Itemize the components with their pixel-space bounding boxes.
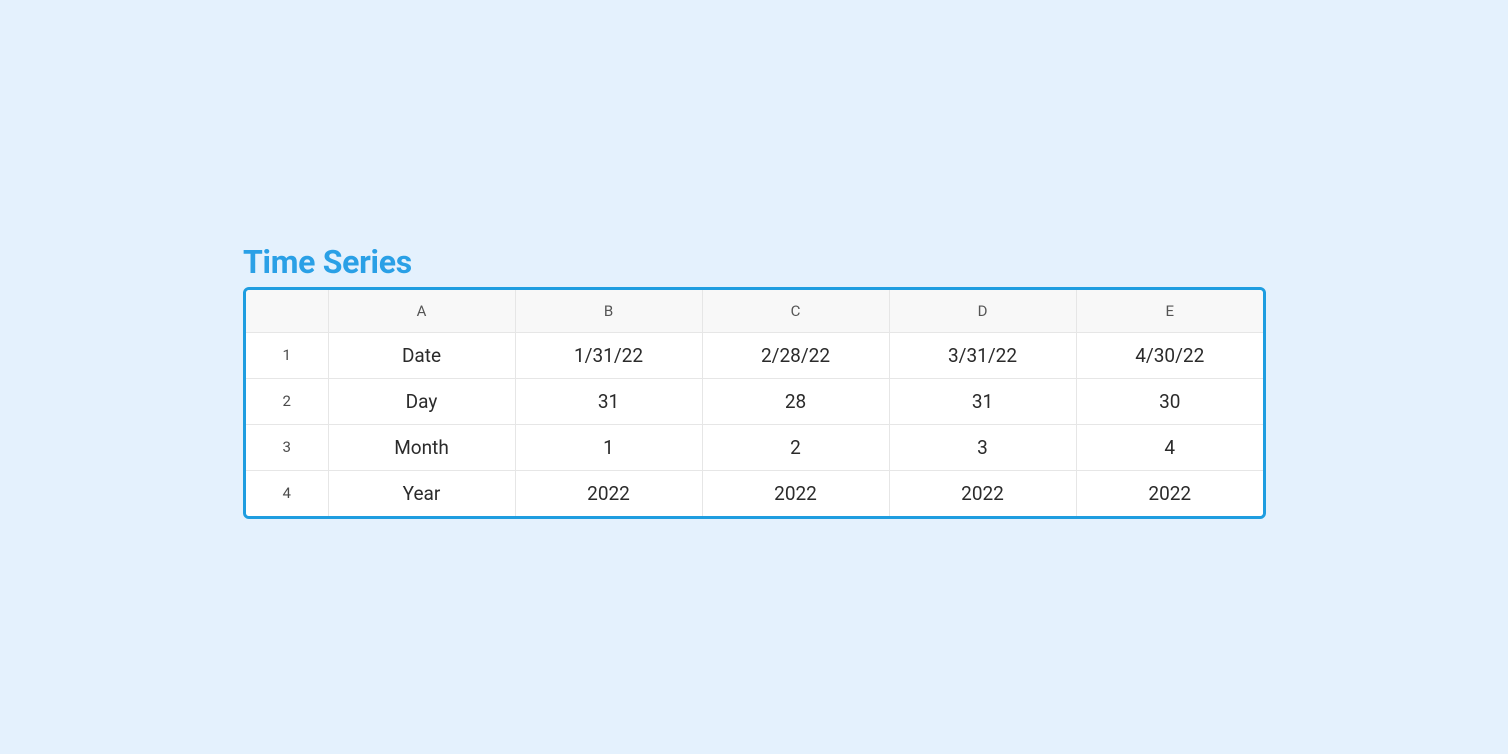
cell: 4/30/22 <box>1076 332 1263 378</box>
column-header-row: A B C D E <box>246 290 1263 332</box>
cell: Year <box>328 470 515 516</box>
table-row: 2 Day 31 28 31 30 <box>246 378 1263 424</box>
col-header-b: B <box>515 290 702 332</box>
grid-table: A B C D E 1 Date 1/31/22 2/28/22 3/31/22… <box>246 290 1263 516</box>
col-header-e: E <box>1076 290 1263 332</box>
sheet-container: Time Series A B C D E <box>243 243 1266 519</box>
row-header: 3 <box>246 424 328 470</box>
table-row: 3 Month 1 2 3 4 <box>246 424 1263 470</box>
cell: 3 <box>889 424 1076 470</box>
row-header: 2 <box>246 378 328 424</box>
spreadsheet: A B C D E 1 Date 1/31/22 2/28/22 3/31/22… <box>243 287 1266 519</box>
cell: 30 <box>1076 378 1263 424</box>
cell: 2022 <box>702 470 889 516</box>
row-header: 1 <box>246 332 328 378</box>
col-header-c: C <box>702 290 889 332</box>
col-header-a: A <box>328 290 515 332</box>
cell: 2022 <box>1076 470 1263 516</box>
cell: 4 <box>1076 424 1263 470</box>
cell: 3/31/22 <box>889 332 1076 378</box>
cell: 2/28/22 <box>702 332 889 378</box>
cell: 2022 <box>889 470 1076 516</box>
corner-cell <box>246 290 328 332</box>
cell: 2 <box>702 424 889 470</box>
row-header: 4 <box>246 470 328 516</box>
cell: 31 <box>889 378 1076 424</box>
table-row: 1 Date 1/31/22 2/28/22 3/31/22 4/30/22 <box>246 332 1263 378</box>
cell: Month <box>328 424 515 470</box>
cell: 31 <box>515 378 702 424</box>
table-row: 4 Year 2022 2022 2022 2022 <box>246 470 1263 516</box>
cell: 1/31/22 <box>515 332 702 378</box>
cell: 2022 <box>515 470 702 516</box>
cell: 1 <box>515 424 702 470</box>
cell: Date <box>328 332 515 378</box>
page-title: Time Series <box>243 243 1266 281</box>
col-header-d: D <box>889 290 1076 332</box>
cell: 28 <box>702 378 889 424</box>
cell: Day <box>328 378 515 424</box>
